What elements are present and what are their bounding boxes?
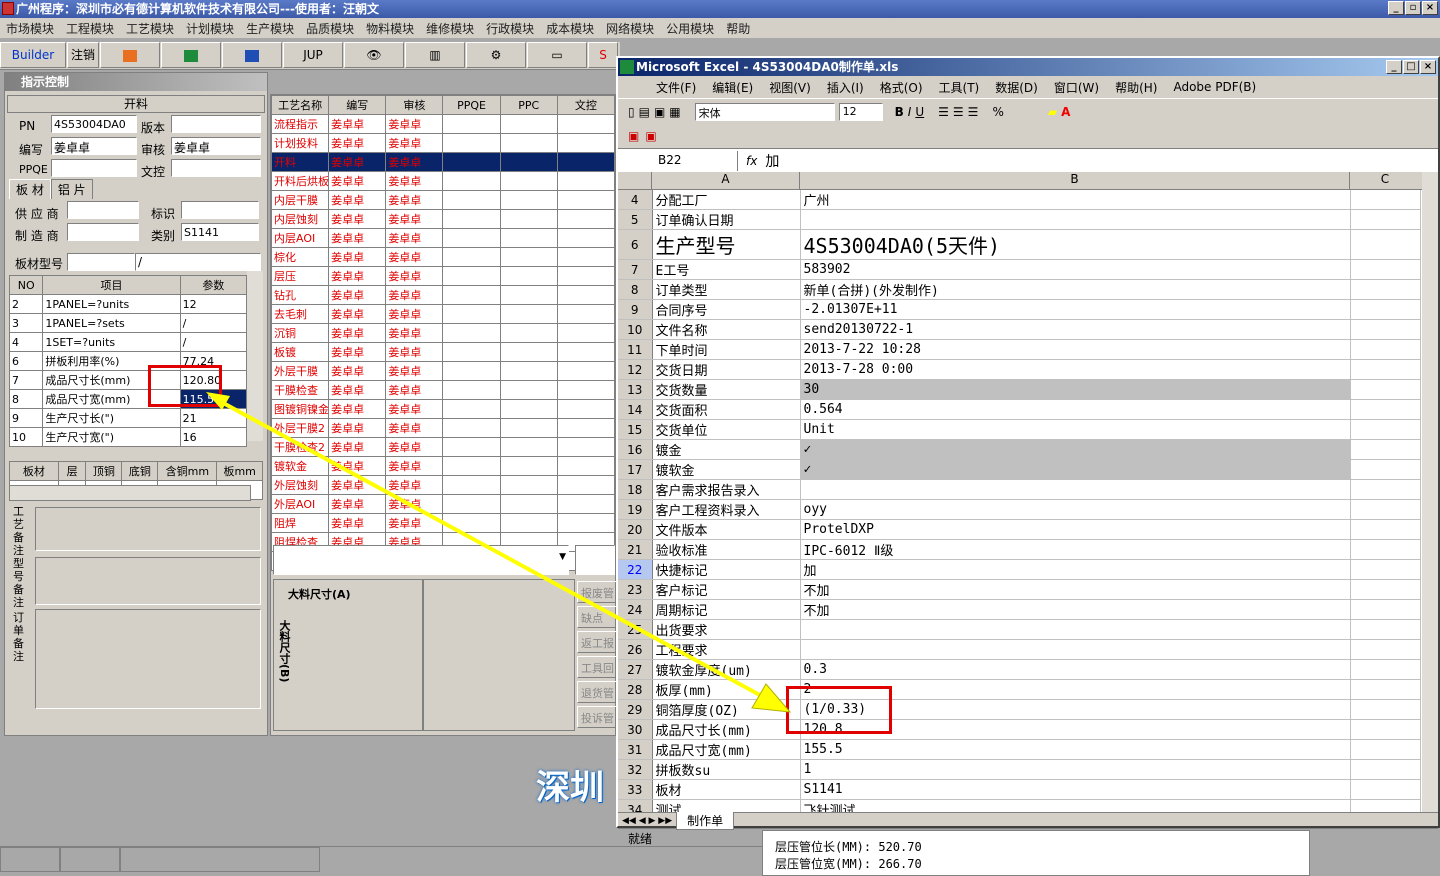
- annotation-arrow: [206, 392, 792, 713]
